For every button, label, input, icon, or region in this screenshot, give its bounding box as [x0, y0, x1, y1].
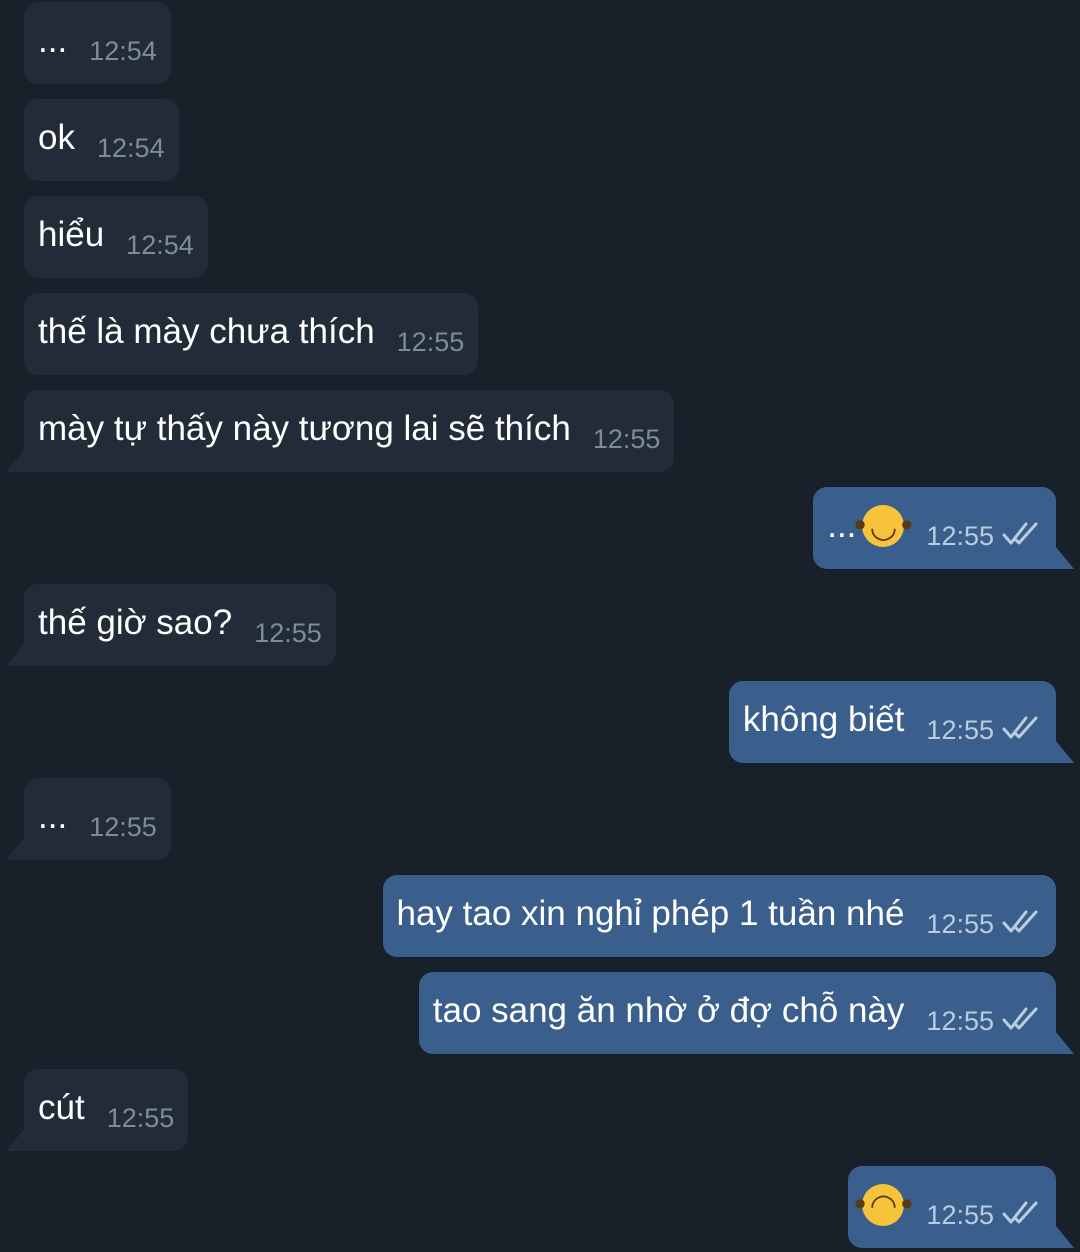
message-time: 12:55	[926, 1199, 994, 1230]
message-time: 12:55	[926, 520, 994, 551]
message-bubble-incoming[interactable]: thế giờ sao? 12:55	[24, 584, 336, 666]
message-bubble-outgoing[interactable]: •◠• 12:55	[848, 1166, 1056, 1248]
chat-message-list[interactable]: ... 12:54 ok 12:54 hiểu 12:54 thế là mày…	[0, 0, 1080, 1252]
message-bubble-incoming[interactable]: mày tự thấy này tương lai sẽ thích 12:55	[24, 390, 675, 472]
message-text: không biết	[742, 699, 905, 739]
message-time: 12:55	[592, 423, 661, 454]
message-bubble-outgoing[interactable]: không biết 12:55	[728, 681, 1056, 763]
message-time: 12:55	[89, 811, 157, 842]
pleading-face-emoji-icon: •◠•	[850, 1184, 917, 1226]
message-bubble-outgoing[interactable]: tao sang ăn nhờ ở đợ chỗ này 12:55	[418, 972, 1056, 1054]
message-bubble-incoming[interactable]: ... 12:55	[24, 778, 171, 860]
pleading-face-emoji-icon: •◡•	[850, 505, 917, 547]
message-time: 12:54	[96, 132, 165, 163]
message-bubble-outgoing[interactable]: hay tao xin nghỉ phép 1 tuần nhé 12:55	[382, 875, 1056, 957]
message-time: 12:54	[126, 229, 194, 260]
double-check-icon	[1002, 1003, 1042, 1038]
message-bubble-incoming[interactable]: hiểu 12:54	[24, 196, 208, 278]
message-text: mày tự thấy này tương lai sẽ thích	[38, 408, 571, 448]
double-check-icon	[1002, 906, 1042, 941]
message-text: thế là mày chưa thích	[38, 311, 375, 351]
message-time: 12:55	[926, 714, 994, 745]
message-time: 12:55	[396, 326, 465, 357]
message-time: 12:55	[254, 617, 322, 648]
message-text: thế giờ sao?	[38, 602, 233, 642]
message-time: 12:54	[89, 35, 157, 66]
message-text: tao sang ăn nhờ ở đợ chỗ này	[432, 990, 905, 1030]
message-text: ok	[38, 117, 75, 157]
message-text: ...	[38, 20, 68, 60]
message-time: 12:55	[926, 1005, 994, 1036]
message-time: 12:55	[926, 908, 994, 939]
double-check-icon	[1002, 1197, 1042, 1232]
message-bubble-incoming[interactable]: cút 12:55	[24, 1069, 189, 1151]
message-text: hiểu	[38, 214, 105, 254]
message-text: cút	[38, 1087, 85, 1127]
message-bubble-incoming[interactable]: thế là mày chưa thích 12:55	[24, 293, 479, 375]
message-text: ...	[38, 796, 68, 836]
message-bubble-incoming[interactable]: ... 12:54	[24, 2, 171, 84]
double-check-icon	[1002, 712, 1042, 747]
message-bubble-incoming[interactable]: ok 12:54	[24, 99, 179, 181]
message-text: hay tao xin nghỉ phép 1 tuần nhé	[396, 893, 905, 933]
message-bubble-outgoing[interactable]: ... •◡• 12:55	[813, 487, 1056, 569]
message-time: 12:55	[106, 1102, 175, 1133]
double-check-icon	[1002, 518, 1042, 553]
